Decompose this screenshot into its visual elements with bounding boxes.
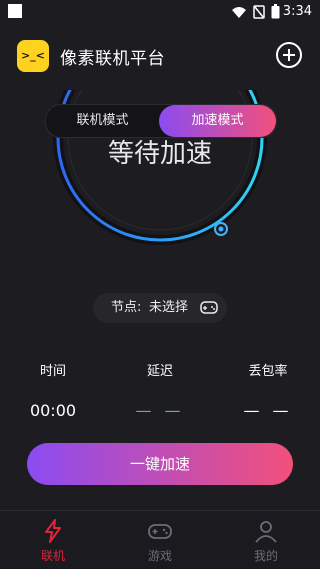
tab-online-mode[interactable]: 联机模式 (46, 105, 159, 137)
stat-delay-value: — — (135, 401, 185, 420)
node-label: 节点: (111, 300, 142, 315)
stat-delay-title: 延迟 (146, 364, 173, 379)
tab-connect-label: 联机 (40, 549, 65, 563)
stat-time-value: 00:00 (29, 401, 77, 420)
add-button[interactable] (276, 42, 302, 68)
gamepad-icon (200, 301, 218, 314)
status-time: 3:34 (282, 4, 312, 19)
status-icons (231, 4, 280, 19)
no-sim-icon (253, 4, 265, 19)
mode-switch: 联机模式 加速模式 (45, 104, 277, 138)
stat-loss: 丢包率 — — (218, 360, 318, 420)
app-logo: >_< (17, 40, 49, 72)
status-bar: 3:34 (0, 0, 320, 24)
tab-games[interactable]: 游戏 (120, 519, 200, 564)
app-title: 像素联机平台 (60, 49, 165, 69)
node-value: 未选择 (149, 300, 189, 315)
user-icon (255, 521, 277, 543)
tab-accelerate-mode[interactable]: 加速模式 (159, 105, 276, 137)
header: >_< 像素联机平台 (0, 36, 320, 76)
notification-icon (8, 4, 22, 18)
tab-me-label: 我的 (253, 549, 278, 563)
tab-me[interactable]: 我的 (226, 519, 306, 564)
stat-loss-title: 丢包率 (248, 364, 288, 379)
gauge-knob (214, 222, 228, 236)
stat-time: 时间 00:00 (3, 360, 103, 420)
bottom-tab-bar: 联机 游戏 我的 (0, 510, 320, 569)
stat-time-title: 时间 (39, 364, 66, 379)
tab-games-label: 游戏 (147, 549, 172, 563)
stat-loss-value: — — (243, 401, 293, 420)
stat-delay: 延迟 — — (110, 360, 210, 420)
lightning-icon (45, 519, 61, 543)
logo-face: >_< (21, 49, 45, 62)
tab-connect[interactable]: 联机 (13, 519, 93, 564)
gauge-status: 等待加速 (108, 139, 212, 169)
battery-icon (271, 4, 280, 19)
wifi-icon (232, 6, 246, 18)
node-selector[interactable]: 节点: 未选择 (93, 293, 227, 323)
one-click-accelerate-button[interactable]: 一键加速 (27, 443, 293, 485)
gamepad-icon (148, 524, 172, 539)
